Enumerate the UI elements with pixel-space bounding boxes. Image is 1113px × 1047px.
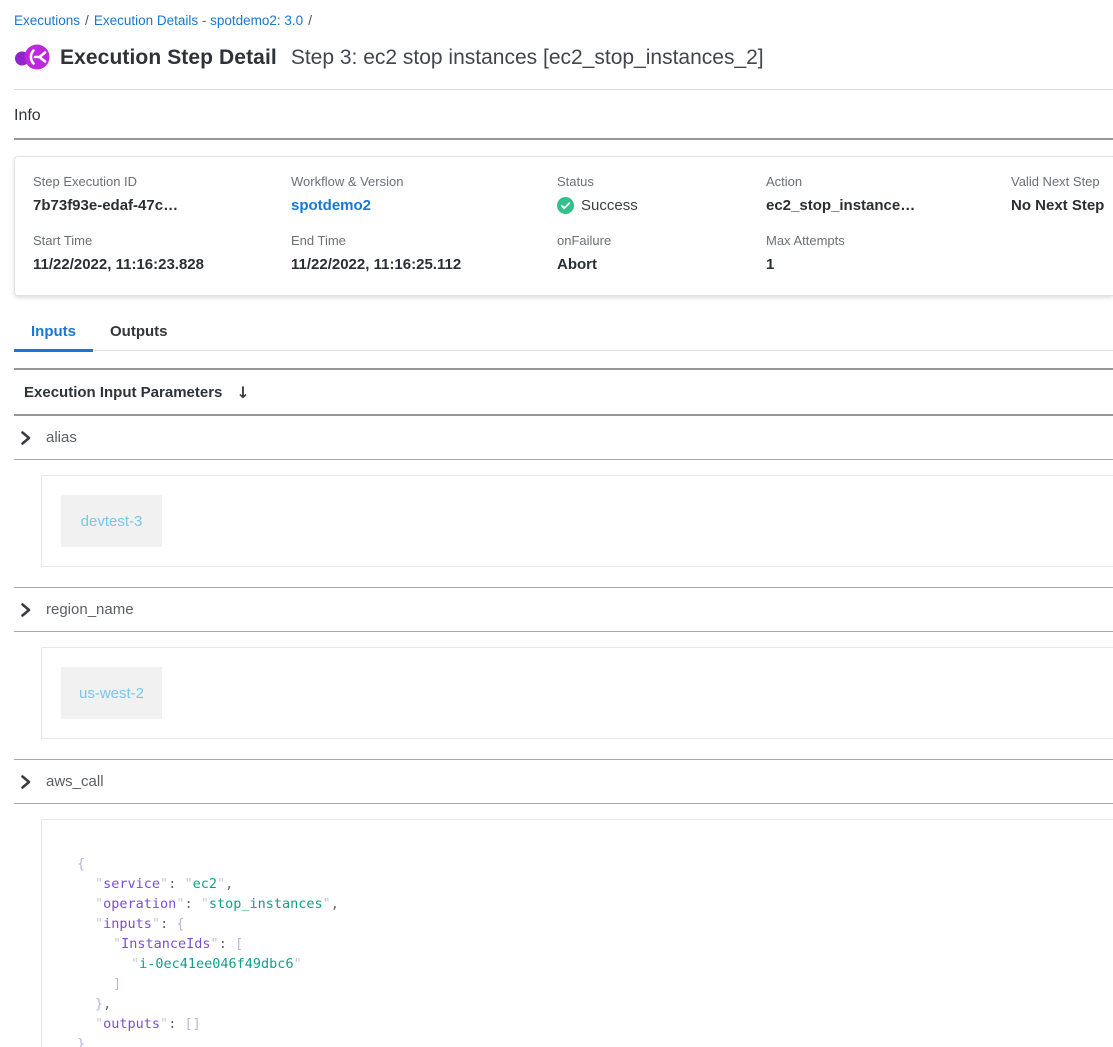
field-start-time: Start Time 11/22/2022, 11:16:23.828 — [33, 233, 291, 273]
max-attempts-value: 1 — [766, 256, 1011, 273]
tab-inputs[interactable]: Inputs — [14, 318, 93, 350]
field-label: Action — [766, 174, 1011, 189]
breadcrumb: Executions / Execution Details - spotdemo2… — [14, 13, 1113, 28]
alias-value-chip: devtest-3 — [61, 495, 162, 547]
field-status: Status Success — [557, 174, 766, 214]
status-badge: Success — [557, 197, 766, 214]
field-label: Start Time — [33, 233, 291, 248]
field-step-execution-id: Step Execution ID 7b73f93e-edaf-47c… — [33, 174, 291, 214]
chevron-right-icon — [20, 775, 31, 789]
execution-input-parameters-label: Execution Input Parameters — [24, 384, 222, 401]
chevron-right-icon — [20, 431, 31, 445]
page-header: Execution Step Detail Step 3: ec2 stop i… — [14, 42, 1113, 73]
json-code: {"service": "ec2","operation": "stop_ins… — [42, 820, 1113, 1047]
workflow-app-logo-icon — [14, 42, 50, 73]
breadcrumb-link-executions[interactable]: Executions — [14, 13, 80, 28]
start-time-value: 11/22/2022, 11:16:23.828 — [33, 256, 291, 273]
section-name: region_name — [46, 601, 134, 618]
field-label: Max Attempts — [766, 233, 1011, 248]
field-action: Action ec2_stop_instance… — [766, 174, 1011, 214]
field-end-time: End Time 11/22/2022, 11:16:25.112 — [291, 233, 557, 273]
step-info-card: Step Execution ID 7b73f93e-edaf-47c… Wor… — [14, 156, 1113, 296]
end-time-value: 11/22/2022, 11:16:25.112 — [291, 256, 557, 273]
tab-outputs[interactable]: Outputs — [93, 318, 185, 350]
valid-next-step-value: No Next Step — [1011, 197, 1113, 214]
section-divider — [14, 803, 1113, 804]
collapse-all-arrow-icon[interactable]: ↓ — [236, 383, 249, 402]
breadcrumb-separator: / — [85, 13, 89, 28]
section-name: alias — [46, 429, 77, 446]
success-check-icon — [557, 197, 574, 214]
section-name: aws_call — [46, 773, 104, 790]
region-name-value-panel: us-west-2 — [41, 647, 1113, 739]
field-label: onFailure — [557, 233, 766, 248]
field-label: Status — [557, 174, 766, 189]
info-section-heading: Info — [14, 107, 1113, 125]
page-subtitle: Step 3: ec2 stop instances [ec2_stop_ins… — [291, 46, 764, 70]
section-row-region-name[interactable]: region_name — [14, 588, 1113, 631]
field-valid-next-step: Valid Next Step No Next Step — [1011, 174, 1113, 214]
section-row-aws-call[interactable]: aws_call — [14, 760, 1113, 803]
inputs-outputs-tabs: Inputs Outputs — [14, 318, 1113, 351]
field-empty — [1011, 233, 1113, 273]
info-divider — [14, 138, 1113, 140]
section-row-alias[interactable]: alias — [14, 416, 1113, 459]
breadcrumb-separator: / — [308, 13, 312, 28]
chevron-right-icon — [20, 603, 31, 617]
field-onfailure: onFailure Abort — [557, 233, 766, 273]
region-name-value-chip: us-west-2 — [61, 667, 162, 719]
field-workflow-version: Workflow & Version spotdemo2 — [291, 174, 557, 214]
step-execution-id-value: 7b73f93e-edaf-47c… — [33, 197, 291, 214]
field-label: Valid Next Step — [1011, 174, 1113, 189]
aws-call-value-panel: {"service": "ec2","operation": "stop_ins… — [41, 819, 1113, 1047]
breadcrumb-link-execution-details[interactable]: Execution Details - spotdemo2: 3.0 — [94, 13, 303, 28]
section-divider — [14, 459, 1113, 460]
field-label: Workflow & Version — [291, 174, 557, 189]
title-divider — [14, 89, 1113, 90]
section-divider — [14, 631, 1113, 632]
action-value: ec2_stop_instance… — [766, 197, 1011, 214]
status-text: Success — [581, 197, 638, 214]
field-label: End Time — [291, 233, 557, 248]
alias-value-panel: devtest-3 — [41, 475, 1113, 567]
field-max-attempts: Max Attempts 1 — [766, 233, 1011, 273]
page-title: Execution Step Detail — [60, 46, 277, 70]
onfailure-value: Abort — [557, 256, 766, 273]
workflow-link[interactable]: spotdemo2 — [291, 197, 557, 214]
field-label: Step Execution ID — [33, 174, 291, 189]
execution-input-parameters-header: Execution Input Parameters ↓ — [14, 370, 1113, 414]
execution-step-detail-page: Executions / Execution Details - spotdemo2… — [0, 0, 1113, 1047]
